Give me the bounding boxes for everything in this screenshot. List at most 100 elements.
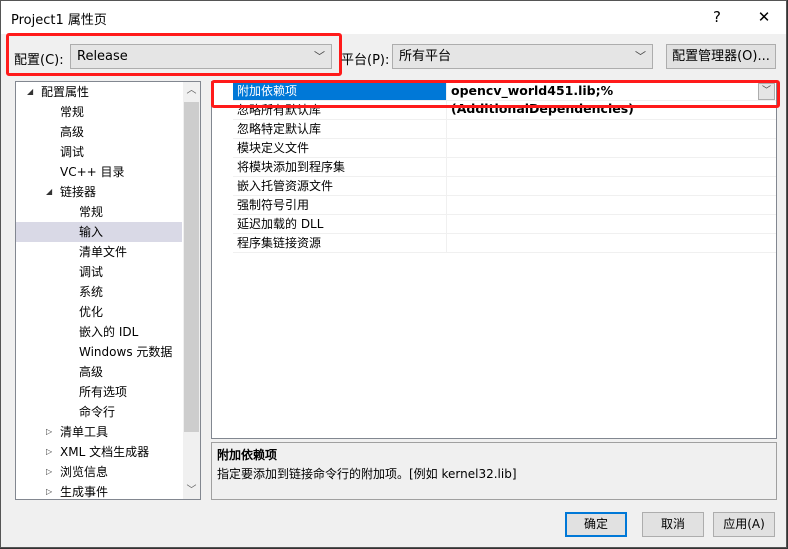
scroll-down-icon[interactable]: ﹀: [183, 482, 200, 499]
close-button[interactable]: ✕: [749, 5, 779, 29]
property-row[interactable]: 忽略所有默认库: [233, 101, 776, 120]
tree-item-label: Windows 元数据: [79, 345, 173, 359]
tree-item[interactable]: 嵌入的 IDL: [16, 322, 182, 342]
tree-item[interactable]: ◢ 配置属性: [16, 82, 182, 102]
property-value: [447, 196, 451, 214]
collapsed-triangle-icon[interactable]: ▷: [46, 422, 52, 442]
tree-item[interactable]: ▷ 浏览信息: [16, 462, 182, 482]
tree-item-label: 常规: [60, 105, 85, 119]
config-manager-button[interactable]: 配置管理器(O)...: [666, 44, 776, 69]
property-row[interactable]: 模块定义文件: [233, 139, 776, 158]
tree-item-label: VC++ 目录: [60, 165, 125, 179]
tree-item-label: 优化: [79, 305, 104, 319]
description-title: 附加依赖项: [217, 448, 278, 462]
config-label: 配置(C):: [14, 53, 64, 68]
property-row[interactable]: 嵌入托管资源文件: [233, 177, 776, 196]
property-name: 附加依赖项: [233, 82, 447, 100]
collapsed-triangle-icon[interactable]: ▷: [46, 462, 52, 482]
tree-item[interactable]: 输入: [16, 222, 182, 242]
property-row[interactable]: 强制符号引用: [233, 196, 776, 215]
property-row[interactable]: 程序集链接资源: [233, 234, 776, 253]
tree-item-label: 系统: [79, 285, 104, 299]
tree-item[interactable]: 命令行: [16, 402, 182, 422]
description-text: 指定要添加到链接命令行的附加项。[例如 kernel32.lib]: [217, 467, 517, 481]
tree-item-label: 清单工具: [60, 425, 109, 439]
tree-item-label: 生成事件: [60, 485, 109, 499]
window-title: Project1 属性页: [11, 13, 107, 28]
tree-item[interactable]: 高级: [16, 362, 182, 382]
tree-item-label: 清单文件: [79, 245, 128, 259]
tree-scrollbar[interactable]: ︿ ﹀: [183, 82, 200, 499]
property-value[interactable]: opencv_world451.lib;%(AdditionalDependen…: [447, 82, 776, 116]
help-button[interactable]: ?: [702, 5, 732, 29]
tree-item-label: 高级: [79, 365, 104, 379]
expanded-triangle-icon[interactable]: ◢: [27, 82, 33, 102]
tree-item-label: 命令行: [79, 405, 116, 419]
property-pages-dialog: Project1 属性页 ? ✕ 配置(C): Release ﹀ 平台(P):…: [0, 0, 787, 548]
tree-item[interactable]: VC++ 目录: [16, 162, 182, 182]
cancel-button[interactable]: 取消: [642, 512, 704, 537]
chevron-down-icon: ﹀: [314, 50, 325, 63]
tree-item[interactable]: ▷ 清单工具: [16, 422, 182, 442]
property-value: [447, 101, 451, 119]
property-row[interactable]: 将模块添加到程序集: [233, 158, 776, 177]
config-value: Release: [77, 49, 128, 64]
tree-item[interactable]: 优化: [16, 302, 182, 322]
title-bar: Project1 属性页 ? ✕: [1, 1, 786, 34]
tree-item-label: 调试: [79, 265, 104, 279]
property-value: [447, 120, 451, 138]
collapsed-triangle-icon[interactable]: ▷: [46, 442, 52, 462]
property-row[interactable]: 附加依赖项 opencv_world451.lib;%(AdditionalDep…: [233, 82, 776, 116]
property-name: 嵌入托管资源文件: [233, 177, 447, 195]
tree-item-label: 浏览信息: [60, 465, 109, 479]
property-grid: 附加依赖项 opencv_world451.lib;%(AdditionalDep…: [211, 81, 777, 439]
collapsed-triangle-icon[interactable]: ▷: [46, 482, 52, 499]
apply-button[interactable]: 应用(A): [713, 512, 775, 537]
config-select[interactable]: Release ﹀: [70, 44, 332, 69]
property-name: 将模块添加到程序集: [233, 158, 447, 176]
property-name: 忽略特定默认库: [233, 120, 447, 138]
property-name: 延迟加载的 DLL: [233, 215, 447, 233]
chevron-down-icon: ﹀: [635, 50, 646, 63]
platform-value: 所有平台: [399, 49, 452, 64]
property-name: 强制符号引用: [233, 196, 447, 214]
tree-item[interactable]: 所有选项: [16, 382, 182, 402]
tree-item-label: 链接器: [60, 185, 97, 199]
tree-item[interactable]: 调试: [16, 142, 182, 162]
tree-item[interactable]: Windows 元数据: [16, 342, 182, 362]
tree-item-label: XML 文档生成器: [60, 445, 150, 459]
tree-item[interactable]: ▷ XML 文档生成器: [16, 442, 182, 462]
tree-item-label: 调试: [60, 145, 85, 159]
tree-item[interactable]: 系统: [16, 282, 182, 302]
tree-item-label: 输入: [79, 225, 104, 239]
property-name: 忽略所有默认库: [233, 101, 447, 119]
property-value: [447, 234, 451, 252]
tree-item-label: 嵌入的 IDL: [79, 325, 139, 339]
description-panel: 附加依赖项 指定要添加到链接命令行的附加项。[例如 kernel32.lib]: [211, 442, 777, 500]
tree-item[interactable]: 清单文件: [16, 242, 182, 262]
platform-select[interactable]: 所有平台 ﹀: [392, 44, 653, 69]
tree-item[interactable]: 常规: [16, 202, 182, 222]
tree-item[interactable]: 调试: [16, 262, 182, 282]
chevron-down-icon[interactable]: ﹀: [758, 83, 775, 100]
tree-item[interactable]: 高级: [16, 122, 182, 142]
tree-item-label: 配置属性: [41, 85, 90, 99]
property-value: [447, 215, 451, 233]
tree-item[interactable]: 常规: [16, 102, 182, 122]
property-row[interactable]: 延迟加载的 DLL: [233, 215, 776, 234]
scroll-thumb[interactable]: [184, 102, 199, 432]
tree-item-label: 常规: [79, 205, 104, 219]
tree-item[interactable]: ◢ 链接器: [16, 182, 182, 202]
scroll-up-icon[interactable]: ︿: [183, 82, 200, 99]
platform-label: 平台(P):: [341, 53, 390, 68]
expanded-triangle-icon[interactable]: ◢: [46, 182, 52, 202]
property-value: [447, 139, 451, 157]
property-tree: ▷ 生成事件 ▷ 浏览信息 ▷ XML 文档生成器 ▷ 清单工具 命令行 所有选项 高级 Window…: [15, 81, 201, 500]
tree-item-label: 高级: [60, 125, 85, 139]
property-row[interactable]: 忽略特定默认库: [233, 120, 776, 139]
ok-button[interactable]: 确定: [565, 512, 627, 537]
tree-item-label: 所有选项: [79, 385, 128, 399]
property-name: 程序集链接资源: [233, 234, 447, 252]
property-value: [447, 177, 451, 195]
tree-item[interactable]: ▷ 生成事件: [16, 482, 182, 499]
